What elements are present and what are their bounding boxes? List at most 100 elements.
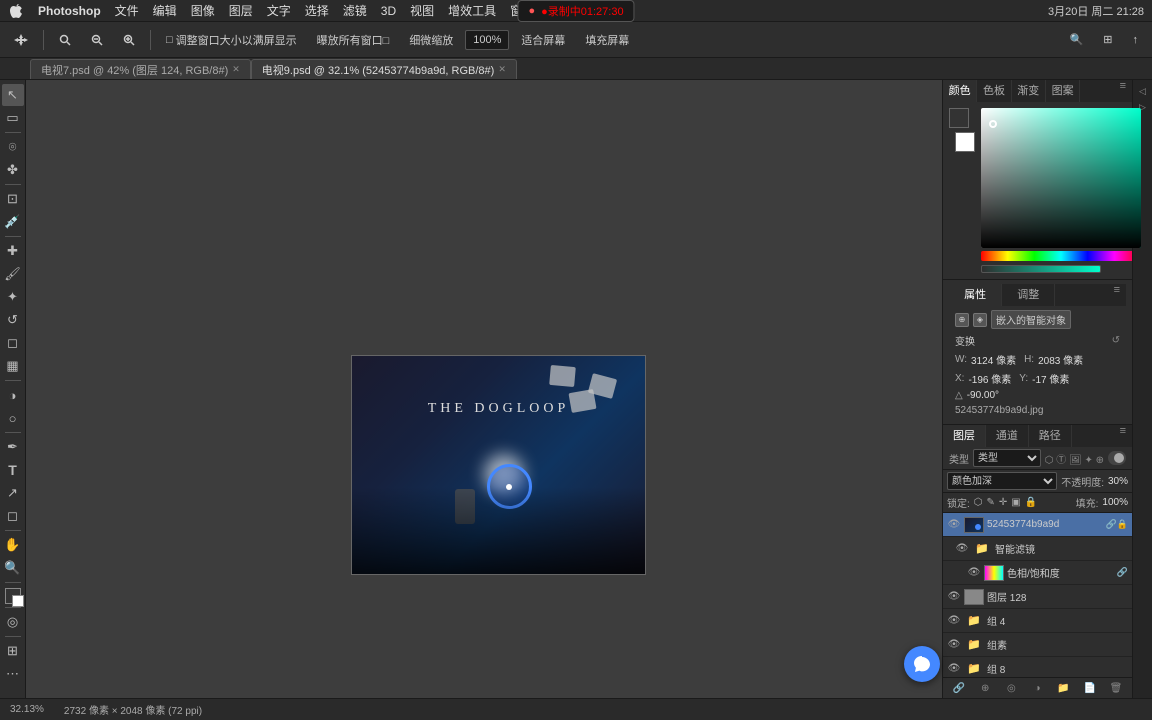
blur-tool[interactable]: ◑ xyxy=(2,384,24,406)
screen-mode-btn[interactable]: ⊞ xyxy=(2,640,24,662)
fit-screen-btn[interactable]: 适合屏幕 xyxy=(513,27,573,53)
menu-plugins[interactable]: 增效工具 xyxy=(448,2,496,19)
menu-filter[interactable]: 滤镜 xyxy=(343,2,367,19)
tab-color[interactable]: 颜色 xyxy=(943,80,977,102)
lock-position-icon[interactable]: ✛ xyxy=(999,497,1007,508)
layout-btn[interactable]: ⊞ xyxy=(1095,27,1120,53)
menu-image[interactable]: 图像 xyxy=(191,2,215,19)
props-panel-menu[interactable]: ≡ xyxy=(1108,284,1126,306)
layers-panel-menu[interactable]: ≡ xyxy=(1114,425,1132,447)
tab-gradient[interactable]: 渐变 xyxy=(1012,80,1046,102)
pen-tool[interactable]: ✒ xyxy=(2,436,24,458)
fill-screen-btn[interactable]: 填充屏幕 xyxy=(577,27,637,53)
tab-close-1[interactable]: ✕ xyxy=(498,64,506,75)
menu-text[interactable]: 文字 xyxy=(267,2,291,19)
chat-bubble-btn[interactable] xyxy=(904,646,940,682)
tab-paths[interactable]: 路径 xyxy=(1029,425,1072,447)
lock-paint-icon[interactable]: ✎ xyxy=(987,497,995,508)
add-mask-btn[interactable]: ◎ xyxy=(999,681,1023,695)
layer-vis-1[interactable]: 👁 xyxy=(955,542,969,556)
filter-toggle[interactable] xyxy=(1108,451,1126,465)
tab-close-0[interactable]: ✕ xyxy=(232,64,240,75)
menu-3d[interactable]: 3D xyxy=(381,4,396,18)
adjust-window-btn[interactable]: □ 调整窗口大小以满屏显示 xyxy=(158,27,305,53)
new-layer-btn[interactable]: 📄 xyxy=(1078,681,1102,695)
lasso-tool[interactable]: ⌾ xyxy=(2,136,24,158)
add-style-btn[interactable]: ⊕ xyxy=(973,681,997,695)
recording-indicator[interactable]: ● ●录制中01:27:30 xyxy=(517,0,634,22)
lock-artboard-icon[interactable]: ▣ xyxy=(1011,497,1020,508)
tab-channels[interactable]: 通道 xyxy=(986,425,1029,447)
lock-transparent-icon[interactable]: ⬡ xyxy=(974,497,983,508)
stamp-tool[interactable]: ✦ xyxy=(2,286,24,308)
new-fill-btn[interactable]: ◑ xyxy=(1025,681,1049,695)
layer-type-filter[interactable]: 类型 xyxy=(973,449,1041,467)
layer-item-group4[interactable]: 👁 📁 组 4 xyxy=(943,609,1132,633)
brush-tool[interactable]: 🖌 xyxy=(2,263,24,285)
smart-object-badge[interactable]: 嵌入的智能对象 xyxy=(991,310,1071,329)
alpha-slider[interactable] xyxy=(981,265,1101,273)
zoom-out-btn[interactable] xyxy=(83,27,111,53)
crop-tool[interactable]: ⊡ xyxy=(2,188,24,210)
path-select-tool[interactable]: ↗ xyxy=(2,482,24,504)
eraser-tool[interactable]: ◻ xyxy=(2,332,24,354)
collapse-btn[interactable]: ◁ xyxy=(1136,84,1150,98)
type-tool[interactable]: T xyxy=(2,459,24,481)
zoom-tool[interactable]: 🔍 xyxy=(2,557,24,579)
tab-properties[interactable]: 属性 xyxy=(949,284,1002,306)
document-canvas[interactable]: THE DOGLOOP xyxy=(351,355,646,575)
hue-slider[interactable] xyxy=(981,251,1141,261)
history-brush-tool[interactable]: ↺ xyxy=(2,309,24,331)
apple-menu-icon[interactable] xyxy=(8,3,24,19)
move-tool-btn[interactable] xyxy=(6,27,36,53)
background-swatch[interactable] xyxy=(955,132,975,152)
shape-tool[interactable]: ◻ xyxy=(2,505,24,527)
tab-swatches[interactable]: 色板 xyxy=(977,80,1011,102)
layer-item-groupsu[interactable]: 👁 📁 组素 xyxy=(943,633,1132,657)
tab-psd9[interactable]: 电视9.psd @ 32.1% (52453774b9a9d, RGB/8#) … xyxy=(251,59,517,79)
layer-vis-5[interactable]: 👁 xyxy=(947,638,961,652)
layer-vis-2[interactable]: 👁 xyxy=(967,566,981,580)
hand-tool[interactable]: ✋ xyxy=(2,534,24,556)
select-rect-tool[interactable]: ▭ xyxy=(2,107,24,129)
quick-select-tool[interactable]: ✤ xyxy=(2,159,24,181)
heal-tool[interactable]: ✚ xyxy=(2,240,24,262)
color-panel-menu[interactable]: ≡ xyxy=(1114,80,1132,102)
tab-psd7[interactable]: 电视7.psd @ 42% (图层 124, RGB/8#) ✕ xyxy=(30,59,251,79)
link-layers-btn[interactable]: 🔗 xyxy=(947,681,971,695)
new-group-btn[interactable]: 📁 xyxy=(1052,681,1076,695)
fine-zoom-btn[interactable]: 细微缩放 xyxy=(401,27,461,53)
menu-view[interactable]: 视图 xyxy=(410,2,434,19)
layer-vis-4[interactable]: 👁 xyxy=(947,614,961,628)
menu-layer[interactable]: 图层 xyxy=(229,2,253,19)
zoom-in-btn[interactable] xyxy=(115,27,143,53)
move-tool[interactable]: ↖ xyxy=(2,84,24,106)
color-gradient-picker[interactable] xyxy=(981,108,1141,248)
background-color[interactable] xyxy=(12,595,24,607)
layer-item-smart-filter[interactable]: 👁 📁 智能滤镜 xyxy=(943,537,1132,561)
dodge-tool[interactable]: ○ xyxy=(2,407,24,429)
tab-pattern[interactable]: 图案 xyxy=(1046,80,1080,102)
quick-mask-tool[interactable]: ◎ xyxy=(2,611,24,633)
transform-reset[interactable]: ↺ xyxy=(1112,335,1120,346)
layer-vis-3[interactable]: 👁 xyxy=(947,590,961,604)
layer-vis-6[interactable]: 👁 xyxy=(947,662,961,676)
layer-item-128[interactable]: 👁 图层 128 xyxy=(943,585,1132,609)
lock-all-icon[interactable]: 🔒 xyxy=(1025,497,1037,508)
layer-item-smart[interactable]: 👁 52453774b9a9d 🔗 🔒 xyxy=(943,513,1132,537)
blend-mode-select[interactable]: 颜色加深 xyxy=(947,472,1057,490)
menu-select[interactable]: 选择 xyxy=(305,2,329,19)
all-windows-btn[interactable]: 曝放所有窗口□ xyxy=(309,27,398,53)
layer-vis-0[interactable]: 👁 xyxy=(947,518,961,532)
eyedropper-tool[interactable]: 💉 xyxy=(2,211,24,233)
foreground-color[interactable] xyxy=(5,588,21,604)
foreground-swatch[interactable] xyxy=(949,108,969,128)
layer-item-hue[interactable]: 👁 色相/饱和度 🔗 xyxy=(943,561,1132,585)
share-btn[interactable]: ↑ xyxy=(1125,27,1147,53)
menu-edit[interactable]: 编辑 xyxy=(153,2,177,19)
gradient-tool[interactable]: ▦ xyxy=(2,355,24,377)
search-btn[interactable] xyxy=(51,27,79,53)
tab-adjustments[interactable]: 调整 xyxy=(1002,284,1055,306)
delete-layer-btn[interactable]: 🗑 xyxy=(1104,681,1128,695)
menu-file[interactable]: 文件 xyxy=(115,2,139,19)
